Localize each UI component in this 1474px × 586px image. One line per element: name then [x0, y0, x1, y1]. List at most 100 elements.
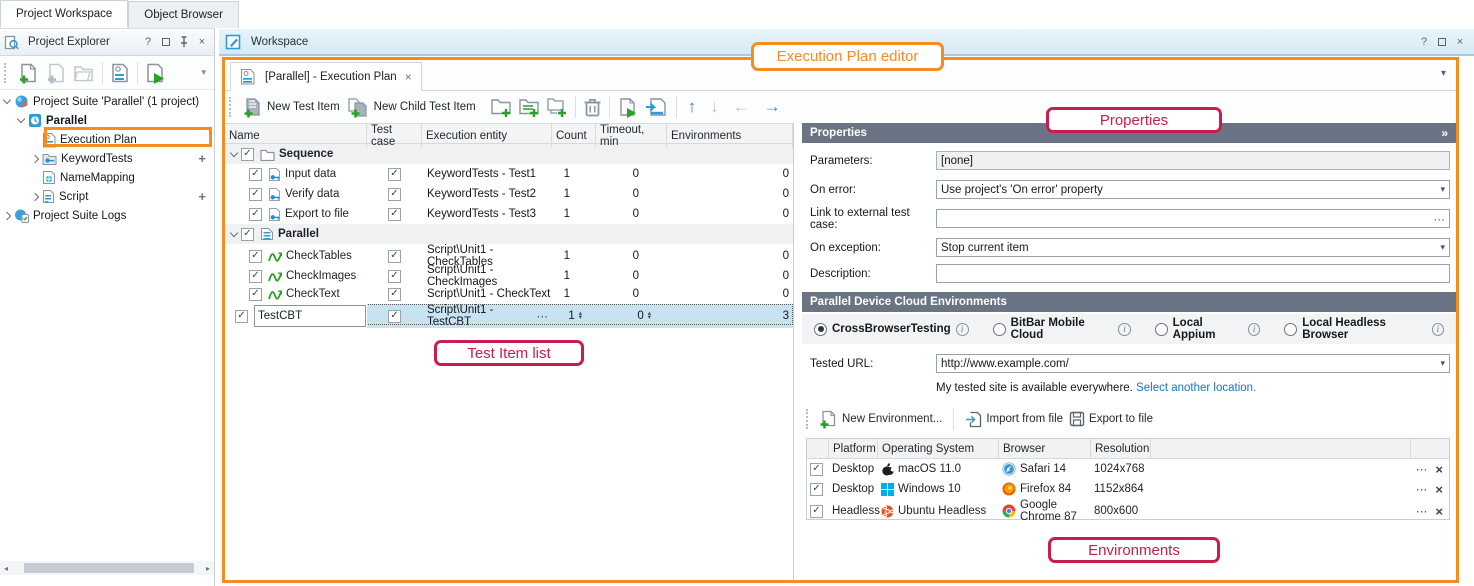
delete-environment-icon[interactable]: ×	[1435, 504, 1443, 519]
browse-icon[interactable]: ⋯	[1434, 212, 1446, 226]
run-project-icon[interactable]	[145, 62, 167, 84]
enabled-checkbox[interactable]	[810, 505, 823, 518]
on-exception-dropdown[interactable]: Stop current item▾	[936, 238, 1450, 257]
tree-item-project-suite[interactable]: Project Suite 'Parallel' (1 project)	[0, 92, 214, 111]
tree-item-script[interactable]: Script +	[0, 187, 214, 206]
column-header-browser[interactable]: Browser	[999, 439, 1091, 458]
select-location-link[interactable]: Select another location.	[1136, 382, 1256, 394]
expander-icon[interactable]	[0, 213, 14, 219]
scrollbar-thumb[interactable]	[24, 563, 194, 573]
enabled-checkbox[interactable]	[249, 208, 262, 221]
count-spinner[interactable]: ▴▾	[579, 312, 582, 321]
add-keyword-test-icon[interactable]: +	[198, 151, 206, 166]
new-environment-button[interactable]: New Environment...	[819, 410, 942, 429]
enabled-checkbox[interactable]	[249, 250, 262, 263]
timeout-spinner[interactable]: ▴▾	[648, 312, 651, 321]
tab-execution-plan-document[interactable]: [Parallel] - Execution Plan ×	[230, 62, 422, 91]
expander-icon[interactable]	[0, 100, 14, 103]
expander-icon[interactable]	[28, 156, 42, 162]
add-project-icon[interactable]	[17, 62, 39, 84]
radio-icon[interactable]	[1155, 323, 1168, 336]
enabled-checkbox[interactable]	[249, 168, 262, 181]
move-up-icon[interactable]: ↑	[688, 97, 697, 117]
edit-environment-icon[interactable]: ⋯	[1416, 482, 1428, 496]
scroll-left-icon[interactable]: ◂	[0, 564, 12, 573]
test-case-checkbox[interactable]	[388, 188, 401, 201]
parameters-field[interactable]: [none]	[936, 151, 1450, 170]
toolbar-grip[interactable]	[806, 409, 811, 429]
export-to-file-button[interactable]: Export to file	[1069, 411, 1153, 427]
expander-icon[interactable]	[227, 233, 241, 236]
info-icon[interactable]: i	[1432, 323, 1444, 336]
new-test-item-button[interactable]: New Test Item	[242, 97, 340, 118]
maximize-icon[interactable]	[158, 34, 174, 50]
test-item-row[interactable]: CheckText Script\Unit1 - CheckText 1 0 0	[225, 284, 793, 304]
radio-crossbrowsertesting[interactable]: CrossBrowserTestingi	[814, 323, 969, 336]
delete-environment-icon[interactable]: ×	[1435, 482, 1443, 497]
environment-row[interactable]: Desktop macOS 11.0 Safari 14 1024x768 ⋯×	[807, 459, 1449, 479]
enabled-checkbox[interactable]	[241, 228, 254, 241]
test-case-checkbox[interactable]	[388, 270, 401, 283]
test-item-row[interactable]: Verify data KeywordTests - Test2 1 0 0	[225, 184, 793, 204]
add-script-icon[interactable]: +	[198, 189, 206, 204]
tab-project-workspace[interactable]: Project Workspace	[0, 0, 128, 28]
test-item-row[interactable]: Input data KeywordTests - Test1 1 0 0	[225, 164, 793, 184]
test-item-row[interactable]: CheckTables Script\Unit1 - CheckTables 1…	[225, 244, 793, 264]
environment-row[interactable]: Desktop Windows 10 Firefox 84 1152x864 ⋯…	[807, 479, 1449, 499]
test-item-row[interactable]: Export to file KeywordTests - Test3 1 0 …	[225, 204, 793, 224]
toolbar-overflow-icon[interactable]: ▾	[197, 67, 210, 78]
toolbar-grip[interactable]	[229, 97, 234, 117]
execution-plan-toolbar-icon[interactable]	[110, 62, 130, 84]
column-header-platform[interactable]: Platform	[829, 439, 878, 458]
test-case-checkbox[interactable]	[388, 168, 401, 181]
on-error-dropdown[interactable]: Use project's 'On error' property▾	[936, 180, 1450, 199]
import-from-file-button[interactable]: Import from file	[965, 411, 1063, 428]
new-child-group-button[interactable]	[546, 97, 568, 117]
tested-url-combobox[interactable]: http://www.example.com/▾	[936, 354, 1450, 373]
run-focused-item-button[interactable]	[617, 97, 639, 118]
move-right-icon[interactable]: →	[764, 97, 781, 117]
new-child-test-item-button[interactable]: New Child Test Item	[346, 97, 476, 118]
group-row-sequence[interactable]: Sequence	[225, 144, 793, 164]
expander-icon[interactable]	[14, 119, 28, 122]
delete-environment-icon[interactable]: ×	[1435, 462, 1443, 477]
enabled-checkbox[interactable]	[810, 463, 823, 476]
info-icon[interactable]: i	[1118, 323, 1130, 336]
test-case-checkbox[interactable]	[388, 288, 401, 301]
enabled-checkbox[interactable]	[249, 270, 262, 283]
close-tab-icon[interactable]: ×	[405, 70, 412, 84]
description-field[interactable]	[936, 264, 1450, 283]
tab-object-browser[interactable]: Object Browser	[128, 1, 239, 28]
test-case-checkbox[interactable]	[388, 250, 401, 263]
item-name-editor[interactable]: TestCBT	[254, 305, 366, 327]
enabled-checkbox[interactable]	[235, 310, 248, 323]
column-header-os[interactable]: Operating System	[878, 439, 999, 458]
environment-row[interactable]: Headless Ubuntu Headless Google Chrome 8…	[807, 499, 1449, 519]
edit-environment-icon[interactable]: ⋯	[1416, 462, 1428, 476]
scroll-right-icon[interactable]: ▸	[202, 564, 214, 573]
radio-bitbar-mobile-cloud[interactable]: BitBar Mobile Cloudi	[993, 317, 1131, 341]
radio-local-appium[interactable]: Local Appiumi	[1155, 317, 1261, 341]
test-case-checkbox[interactable]	[388, 310, 401, 323]
expander-icon[interactable]	[227, 153, 241, 156]
test-item-row[interactable]: CheckImages Script\Unit1 - CheckImages 1…	[225, 264, 793, 284]
radio-icon[interactable]	[1284, 323, 1297, 336]
enabled-checkbox[interactable]	[249, 188, 262, 201]
pin-icon[interactable]	[176, 34, 192, 50]
enabled-checkbox[interactable]	[810, 483, 823, 496]
tab-list-dropdown-icon[interactable]: ▾	[1441, 68, 1446, 79]
enabled-checkbox[interactable]	[241, 148, 254, 161]
close-icon[interactable]: ×	[194, 34, 210, 50]
radio-local-headless-browser[interactable]: Local Headless Browseri	[1284, 317, 1444, 341]
info-icon[interactable]: i	[1248, 323, 1260, 336]
test-case-checkbox[interactable]	[388, 208, 401, 221]
tree-item-name-mapping[interactable]: NameMapping	[0, 168, 214, 187]
edit-environment-icon[interactable]: ⋯	[1416, 504, 1428, 518]
new-group-button[interactable]	[490, 97, 512, 117]
toolbar-grip[interactable]	[4, 63, 9, 83]
collapse-panel-icon[interactable]: »	[1441, 126, 1448, 140]
help-icon[interactable]: ?	[140, 34, 156, 50]
tree-item-project-suite-logs[interactable]: Project Suite Logs	[0, 206, 214, 225]
radio-icon[interactable]	[993, 323, 1006, 336]
group-row-parallel[interactable]: Parallel	[225, 224, 793, 244]
